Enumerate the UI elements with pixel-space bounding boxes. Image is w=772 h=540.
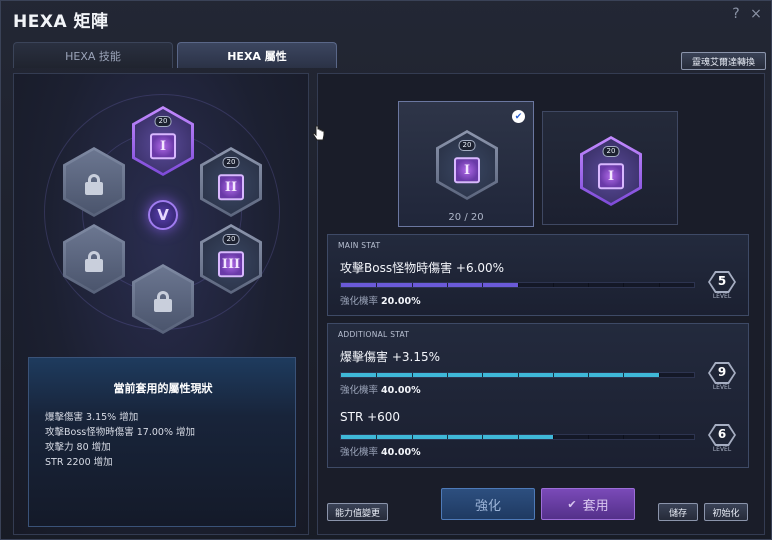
rune-icon: I <box>598 163 624 190</box>
progress-tick <box>376 373 378 377</box>
close-icon[interactable]: × <box>749 6 763 22</box>
progress-fill <box>341 373 659 377</box>
enhance-button[interactable]: 強化 <box>441 488 535 520</box>
progress-tick <box>411 435 413 439</box>
hand-cursor-icon <box>312 125 325 141</box>
progress-fill <box>341 283 518 287</box>
progress-tick <box>623 373 625 377</box>
additional-stat-name-1: 爆擊傷害 +3.15% <box>340 350 440 364</box>
main-stat-progress-bar <box>340 282 695 288</box>
progress-tick <box>411 283 413 287</box>
progress-tick <box>658 435 660 439</box>
progress-tick <box>552 283 554 287</box>
enhance-count: 20 / 20 <box>448 212 484 223</box>
progress-tick <box>517 283 519 287</box>
hexa-core-v-icon: V <box>148 200 178 230</box>
soul-erda-convert-button[interactable]: 靈魂艾爾達轉換 <box>681 52 766 70</box>
preview-card-next[interactable]: 20 I <box>542 111 678 225</box>
rune-icon: I <box>454 157 480 184</box>
progress-tick <box>552 435 554 439</box>
preview-node-icon: 20 I <box>436 130 498 200</box>
progress-tick <box>482 435 484 439</box>
titlebar: HEXA 矩陣 ? × <box>1 1 772 37</box>
progress-tick <box>446 283 448 287</box>
rune-icon-2: II <box>218 174 244 201</box>
additional-stat-rate-1: 強化機率 40.00% <box>340 385 421 396</box>
additional-stat-name-2: STR +600 <box>340 410 401 424</box>
progress-tick <box>517 435 519 439</box>
status-line: STR 2200 增加 <box>45 457 113 468</box>
progress-tick <box>482 373 484 377</box>
lock-icon <box>154 291 172 312</box>
progress-tick <box>517 373 519 377</box>
additional-stat-rate-2: 強化機率 40.00% <box>340 447 421 458</box>
progress-tick <box>623 283 625 287</box>
progress-tick <box>588 373 590 377</box>
status-line: 攻擊力 80 增加 <box>45 442 111 453</box>
main-stat-rate: 強化機率 20.00% <box>340 296 421 307</box>
main-stat-level-badge: 5 LEVEL <box>706 271 738 301</box>
current-status-box: 當前套用的屬性現狀 爆擊傷害 3.15% 增加 攻擊Boss怪物時傷害 17.0… <box>28 357 296 527</box>
progress-tick <box>658 373 660 377</box>
progress-tick <box>623 435 625 439</box>
change-ability-button[interactable]: 能力值變更 <box>327 503 388 521</box>
node-level-chip: 20 <box>602 146 620 157</box>
main-stat-box: MAIN STAT 攻擊Boss怪物時傷害 +6.00% 強化機率 20.00%… <box>327 234 749 316</box>
progress-tick <box>376 283 378 287</box>
main-stat-header: MAIN STAT <box>338 241 381 250</box>
lock-icon <box>85 174 103 195</box>
current-status-title: 當前套用的屬性現狀 <box>113 382 213 395</box>
lock-icon <box>85 251 103 272</box>
progress-tick <box>588 283 590 287</box>
additional-stat-level-badge-1: 9 LEVEL <box>706 362 738 392</box>
preview-card-current[interactable]: ✔ 20 I 20 / 20 <box>398 101 534 227</box>
progress-tick <box>482 283 484 287</box>
window-title: HEXA 矩陣 <box>13 12 109 32</box>
main-stat-name: 攻擊Boss怪物時傷害 +6.00% <box>340 261 505 275</box>
tab-hexa-skill[interactable]: HEXA 技能 <box>13 42 173 68</box>
check-icon: ✔ <box>512 110 525 123</box>
progress-tick <box>446 373 448 377</box>
progress-tick <box>552 373 554 377</box>
additional-stat-progress-bar-2 <box>340 434 695 440</box>
save-button[interactable]: 儲存 <box>658 503 698 521</box>
progress-tick <box>658 283 660 287</box>
check-circle-icon: ✔ <box>567 497 577 511</box>
matrix-panel: 20 I 20 II 20 III V 當前套用的屬性現狀 爆擊傷害 3.15%… <box>13 73 309 535</box>
node-level-chip: 20 <box>222 157 240 168</box>
status-line: 攻擊Boss怪物時傷害 17.00% 增加 <box>45 427 195 438</box>
preview-node-icon: 20 I <box>580 136 642 206</box>
progress-tick <box>411 373 413 377</box>
rune-icon-3: III <box>218 251 244 278</box>
apply-button[interactable]: ✔ 套用 <box>541 488 635 520</box>
progress-tick <box>376 435 378 439</box>
rune-icon-1: I <box>150 133 176 160</box>
reset-button[interactable]: 初始化 <box>704 503 748 521</box>
additional-stat-progress-bar-1 <box>340 372 695 378</box>
additional-stat-level-badge-2: 6 LEVEL <box>706 424 738 454</box>
node-level-chip: 20 <box>154 116 172 127</box>
node-level-chip: 20 <box>458 140 476 151</box>
progress-tick <box>588 435 590 439</box>
apply-button-label: 套用 <box>582 498 609 514</box>
help-icon[interactable]: ? <box>729 6 743 22</box>
node-level-chip: 20 <box>222 234 240 245</box>
additional-stat-header: ADDITIONAL STAT <box>338 330 410 339</box>
current-status-lines: 爆擊傷害 3.15% 增加 攻擊Boss怪物時傷害 17.00% 增加 攻擊力 … <box>45 410 195 470</box>
additional-stat-box: ADDITIONAL STAT 爆擊傷害 +3.15% 強化機率 40.00% … <box>327 323 749 468</box>
hexa-matrix-window: HEXA 矩陣 ? × HEXA 技能 HEXA 屬性 靈魂艾爾達轉換 20 I… <box>0 0 772 540</box>
progress-tick <box>446 435 448 439</box>
tab-hexa-stat[interactable]: HEXA 屬性 <box>177 42 337 68</box>
status-line: 爆擊傷害 3.15% 增加 <box>45 412 139 423</box>
